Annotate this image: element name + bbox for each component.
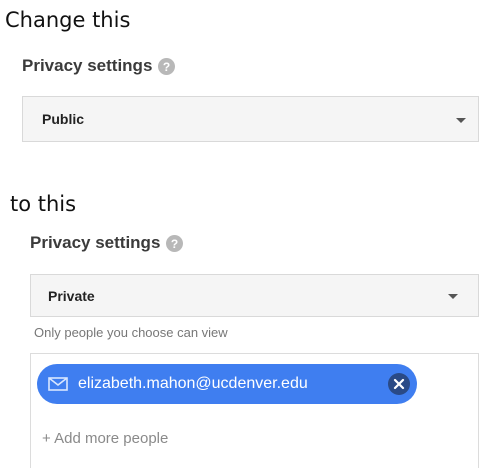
chip-email-text: elizabeth.mahon@ucdenver.edu [78,375,308,392]
svg-text:?: ? [171,236,178,250]
privacy-settings-label-before: Privacy settings ? [22,56,176,76]
privacy-settings-label-text: Privacy settings [22,56,153,75]
privacy-select-public[interactable]: Public [22,96,479,142]
instruction-caption-to-this: to this [10,192,77,216]
add-more-people-link[interactable]: + Add more people [42,430,168,447]
chevron-down-icon [448,294,458,299]
privacy-select-value: Private [48,287,95,304]
svg-text:?: ? [163,59,170,73]
privacy-select-value: Public [42,111,85,127]
privacy-hint-text: Only people you choose can view [34,325,228,340]
privacy-select-private[interactable]: Private [30,274,479,317]
mail-icon [48,377,68,391]
email-chip[interactable]: elizabeth.mahon@ucdenver.edu [37,364,417,404]
privacy-settings-label-text: Privacy settings [30,233,161,252]
instruction-caption-change-this: Change this [5,8,131,32]
privacy-settings-label-after: Privacy settings ? [30,233,184,253]
question-circle-icon[interactable]: ? [158,57,176,75]
chevron-down-icon [456,118,466,123]
question-circle-icon[interactable]: ? [166,234,184,252]
close-icon[interactable] [388,373,410,395]
